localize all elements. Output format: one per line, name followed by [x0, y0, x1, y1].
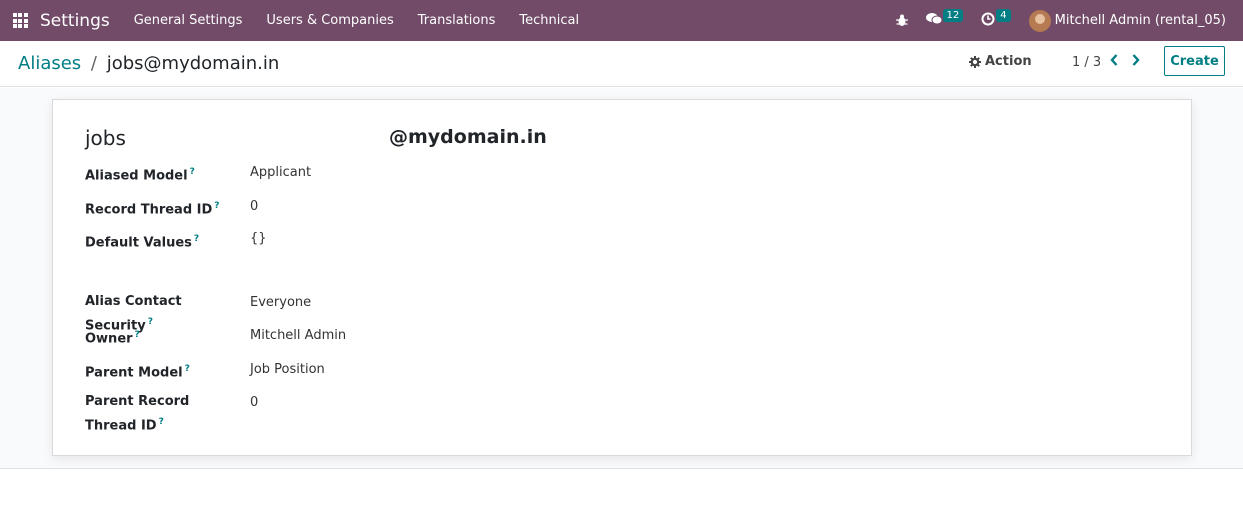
chat-icon — [925, 12, 942, 30]
clock-icon — [981, 12, 995, 30]
chevron-left-icon[interactable] — [1109, 53, 1119, 71]
avatar — [1028, 9, 1051, 32]
menu-general-settings[interactable]: General Settings — [122, 0, 255, 41]
breadcrumb: Aliases / jobs@mydomain.in — [18, 53, 279, 74]
alias-name-field[interactable]: jobs — [85, 126, 126, 150]
label-record-thread-id: Record Thread ID? — [85, 201, 220, 218]
top-navbar: Settings General Settings Users & Compan… — [0, 0, 1243, 41]
apps-grid-icon[interactable] — [0, 0, 40, 41]
value-record-thread-id[interactable]: 0 — [250, 197, 258, 217]
chevron-right-icon[interactable] — [1131, 53, 1141, 71]
create-button[interactable]: Create — [1164, 46, 1225, 76]
breadcrumb-separator: / — [90, 53, 97, 74]
label-parent-model: Parent Model? — [85, 364, 190, 381]
help-tooltip-icon[interactable]: ? — [214, 201, 219, 211]
value-parent-model[interactable]: Job Position — [250, 360, 325, 380]
form-view: jobs @mydomain.in Aliased Model? Applica… — [0, 88, 1243, 469]
breadcrumb-aliases-link[interactable]: Aliases — [18, 53, 81, 74]
label-owner: Owner? — [85, 330, 140, 347]
messages-button[interactable]: 12 — [917, 0, 973, 41]
action-label: Action — [985, 54, 1032, 69]
form-sheet: jobs @mydomain.in Aliased Model? Applica… — [52, 99, 1192, 456]
help-tooltip-icon[interactable]: ? — [135, 330, 140, 340]
label-aliased-model: Aliased Model? — [85, 167, 195, 184]
label-default-values: Default Values? — [85, 234, 200, 251]
activities-button[interactable]: 4 — [972, 0, 1019, 41]
value-aliased-model[interactable]: Applicant — [250, 163, 311, 183]
help-tooltip-icon[interactable]: ? — [185, 364, 190, 374]
activities-count-badge: 4 — [996, 9, 1011, 22]
pager-value[interactable]: 1 / 3 — [1072, 55, 1101, 70]
help-tooltip-icon[interactable]: ? — [190, 167, 195, 177]
value-owner[interactable]: Mitchell Admin — [250, 326, 346, 346]
gear-icon — [969, 55, 981, 68]
user-name: Mitchell Admin (rental_05) — [1054, 13, 1226, 28]
action-button[interactable]: Action — [969, 54, 1032, 69]
app-title[interactable]: Settings — [40, 11, 110, 31]
menu-users-companies[interactable]: Users & Companies — [254, 0, 405, 41]
label-parent-record-thread-id: Parent Record Thread ID? — [85, 394, 190, 434]
user-menu[interactable]: Mitchell Admin (rental_05) — [1020, 0, 1243, 41]
alias-domain: @mydomain.in — [389, 126, 547, 148]
messages-count-badge: 12 — [942, 9, 964, 22]
menu-translations[interactable]: Translations — [406, 0, 508, 41]
debug-bug-icon[interactable] — [887, 0, 917, 41]
help-tooltip-icon[interactable]: ? — [159, 417, 164, 427]
breadcrumb-current: jobs@mydomain.in — [106, 53, 280, 74]
control-panel: Aliases / jobs@mydomain.in Action 1 / 3 … — [0, 41, 1243, 87]
value-parent-record-thread-id[interactable]: 0 — [250, 393, 258, 413]
help-tooltip-icon[interactable]: ? — [194, 234, 199, 244]
value-default-values[interactable]: {} — [250, 229, 267, 249]
menu-technical[interactable]: Technical — [507, 0, 591, 41]
value-alias-contact-security[interactable]: Everyone — [250, 293, 311, 313]
